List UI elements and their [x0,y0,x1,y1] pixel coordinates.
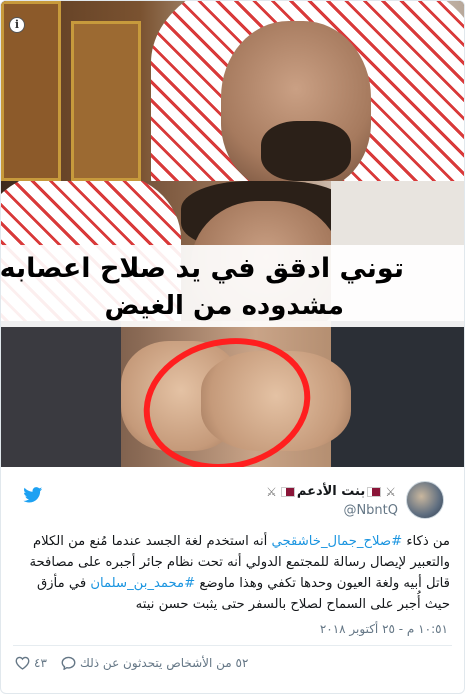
author-display-name[interactable]: ⚔ بنت الأدعم ⚔ [264,484,398,499]
tweet-media-image[interactable]: توني ادقق في يد صلاح اعصابه مشدوده من ال… [1,1,464,467]
tweet-header: ⚔ بنت الأدعم ⚔ @NbntQ [1,467,464,527]
heart-icon [15,656,30,670]
tweet-timestamp[interactable]: ١٠:٥١ م - ٢٥ أكتوبر ٢٠١٨ [320,622,448,636]
like-count: ٤٣ [34,656,47,670]
author-handle[interactable]: @NbntQ [343,503,398,518]
author-avatar[interactable] [406,481,444,519]
conversation-link[interactable]: ٥٢ من الأشخاص يتحدثون عن ذلك [61,656,248,670]
tweet-text-part: من ذكاء [402,534,450,549]
twitter-bird-icon[interactable] [23,487,43,503]
crossed-swords-icon: ⚔ [385,484,396,499]
speech-bubble-icon [61,656,76,670]
tweet-text: من ذكاء #صلاح_جمال_خاشقجي أنه استخدم لغة… [15,531,450,615]
photo-panel-top [1,1,464,181]
hashtag-link[interactable]: #محمد_بن_سلمان [90,576,195,591]
divider [13,645,452,646]
qatar-flag-icon [367,486,382,497]
like-button[interactable]: ٤٣ [15,656,47,670]
beard [261,121,351,181]
qatar-flag-icon [280,486,295,497]
tweet-actions: ٤٣ ٥٢ من الأشخاص يتحدثون عن ذلك [1,651,464,681]
tweet-embed: توني ادقق في يد صلاح اعصابه مشدوده من ال… [0,0,465,694]
author-name-text: بنت الأدعم [296,484,366,499]
conversation-text: ٥٢ من الأشخاص يتحدثون عن ذلك [80,656,249,670]
hashtag-link[interactable]: #صلاح_جمال_خاشقجي [272,534,403,549]
door-decor [71,21,141,181]
crossed-swords-icon: ⚔ [266,484,277,499]
image-caption-line1: توني ادقق في يد صلاح اعصابه [1,253,404,284]
sleeve [1,321,121,467]
image-caption-line2: مشدوده من الغيض [104,291,344,321]
info-icon[interactable]: i [9,17,25,33]
